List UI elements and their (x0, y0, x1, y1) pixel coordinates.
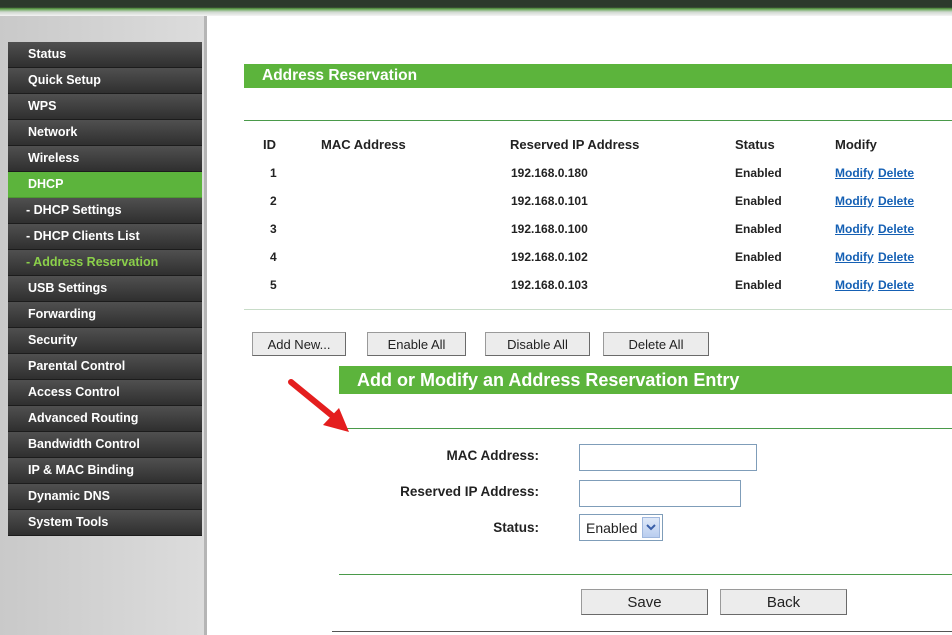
sidebar-item-wireless[interactable]: Wireless (8, 146, 202, 172)
form-bottom-divider (339, 574, 952, 575)
row-reserved-ip: 192.168.0.103 (511, 278, 588, 292)
status-label: Status: (493, 520, 539, 535)
row-id: 3 (270, 222, 277, 236)
sidebar-item-usb-settings[interactable]: USB Settings (8, 276, 202, 302)
reserved-ip-input[interactable] (579, 480, 741, 507)
disable-all-button[interactable]: Disable All (485, 332, 590, 356)
modify-link[interactable]: Modify (835, 166, 874, 180)
modify-link[interactable]: Modify (835, 278, 874, 292)
sidebar-item-wps[interactable]: WPS (8, 94, 202, 120)
row-status: Enabled (735, 250, 782, 264)
row-id: 5 (270, 278, 277, 292)
row-status: Enabled (735, 166, 782, 180)
page-title: Address Reservation (244, 64, 952, 88)
table-bottom-divider (244, 309, 952, 310)
form-top-divider (339, 428, 952, 429)
enable-all-button[interactable]: Enable All (367, 332, 466, 356)
form-title: Add or Modify an Address Reservation Ent… (339, 366, 952, 394)
sidebar-item-dynamic-dns[interactable]: Dynamic DNS (8, 484, 202, 510)
col-header-reserved-ip: Reserved IP Address (510, 137, 640, 152)
chevron-down-icon[interactable] (642, 517, 660, 538)
add-new-button[interactable]: Add New... (252, 332, 346, 356)
sidebar-item-bandwidth-control[interactable]: Bandwidth Control (8, 432, 202, 458)
status-select-value: Enabled (586, 520, 638, 536)
row-reserved-ip: 192.168.0.101 (511, 194, 588, 208)
mac-address-label: MAC Address: (446, 448, 539, 463)
save-button[interactable]: Save (581, 589, 708, 615)
sidebar-item-dhcp-settings[interactable]: - DHCP Settings (8, 198, 202, 224)
sidebar-item-status[interactable]: Status (8, 42, 202, 68)
sidebar-item-access-control[interactable]: Access Control (8, 380, 202, 406)
top-banner (0, 0, 952, 16)
row-reserved-ip: 192.168.0.102 (511, 250, 588, 264)
sidebar: Status Quick Setup WPS Network Wireless … (0, 16, 207, 635)
col-header-id: ID (263, 137, 276, 152)
sidebar-item-network[interactable]: Network (8, 120, 202, 146)
main-content: Address Reservation ID MAC Address Reser… (207, 16, 952, 635)
mac-address-input[interactable] (579, 444, 757, 471)
col-header-status: Status (735, 137, 775, 152)
sidebar-item-address-reservation[interactable]: - Address Reservation (8, 250, 202, 276)
sidebar-item-dhcp[interactable]: DHCP (8, 172, 202, 198)
footer-divider (332, 631, 952, 632)
sidebar-item-forwarding[interactable]: Forwarding (8, 302, 202, 328)
row-reserved-ip: 192.168.0.180 (511, 166, 588, 180)
status-select[interactable]: Enabled (579, 514, 663, 541)
delete-all-button[interactable]: Delete All (603, 332, 709, 356)
red-arrow-icon (288, 379, 349, 432)
delete-link[interactable]: Delete (878, 250, 914, 264)
row-status: Enabled (735, 278, 782, 292)
sidebar-item-quick-setup[interactable]: Quick Setup (8, 68, 202, 94)
row-reserved-ip: 192.168.0.100 (511, 222, 588, 236)
back-button[interactable]: Back (720, 589, 847, 615)
sidebar-item-dhcp-clients-list[interactable]: - DHCP Clients List (8, 224, 202, 250)
sidebar-menu: Status Quick Setup WPS Network Wireless … (8, 42, 202, 536)
modify-link[interactable]: Modify (835, 250, 874, 264)
row-id: 1 (270, 166, 277, 180)
delete-link[interactable]: Delete (878, 222, 914, 236)
sidebar-item-system-tools[interactable]: System Tools (8, 510, 202, 536)
delete-link[interactable]: Delete (878, 194, 914, 208)
delete-link[interactable]: Delete (878, 166, 914, 180)
delete-link[interactable]: Delete (878, 278, 914, 292)
table-top-divider (244, 120, 952, 121)
col-header-mac: MAC Address (321, 137, 406, 152)
col-header-modify: Modify (835, 137, 877, 152)
sidebar-item-security[interactable]: Security (8, 328, 202, 354)
sidebar-item-advanced-routing[interactable]: Advanced Routing (8, 406, 202, 432)
row-status: Enabled (735, 194, 782, 208)
row-status: Enabled (735, 222, 782, 236)
reserved-ip-label: Reserved IP Address: (400, 484, 539, 499)
row-id: 4 (270, 250, 277, 264)
modify-link[interactable]: Modify (835, 194, 874, 208)
sidebar-item-ip-mac-binding[interactable]: IP & MAC Binding (8, 458, 202, 484)
modify-link[interactable]: Modify (835, 222, 874, 236)
row-id: 2 (270, 194, 277, 208)
sidebar-item-parental-control[interactable]: Parental Control (8, 354, 202, 380)
